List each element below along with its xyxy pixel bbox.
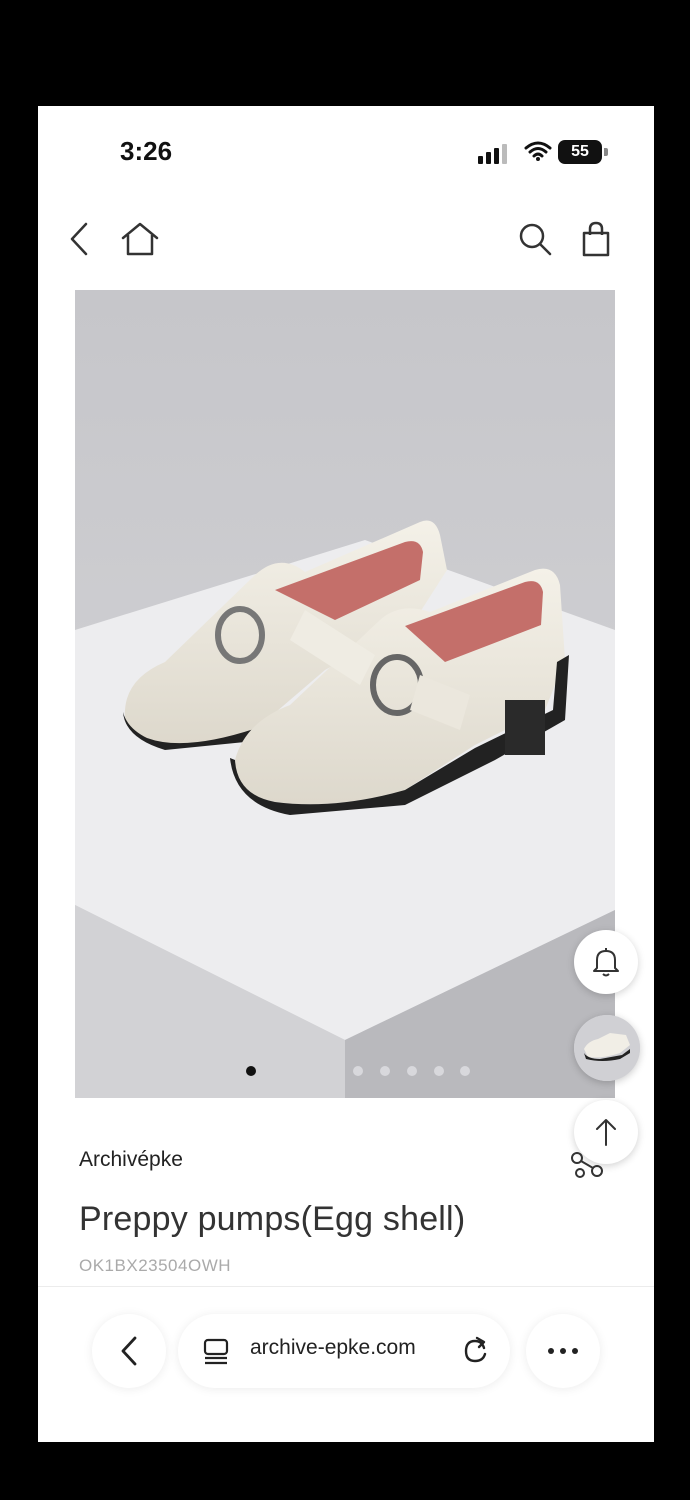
product-title: Preppy pumps(Egg shell) xyxy=(79,1200,466,1238)
browser-toolbar: archive-epke.com xyxy=(38,1288,654,1442)
wifi-icon xyxy=(524,141,552,161)
share-icon xyxy=(571,1152,603,1178)
product-sku: OK1BX23504OWH xyxy=(79,1256,232,1275)
status-bar: 3:26 55 xyxy=(38,106,654,196)
browser-back-button[interactable] xyxy=(92,1314,166,1388)
home-button[interactable] xyxy=(115,214,165,264)
search-button[interactable] xyxy=(510,214,560,264)
home-icon xyxy=(121,222,159,256)
back-button[interactable] xyxy=(54,214,104,264)
carousel-dot[interactable] xyxy=(353,1066,363,1076)
notification-button[interactable] xyxy=(574,930,638,994)
cart-button[interactable] xyxy=(571,214,621,264)
recent-item-thumbnail[interactable] xyxy=(574,1015,640,1081)
address-text: archive-epke.com xyxy=(250,1336,416,1359)
product-brand[interactable]: Archivépke xyxy=(79,1148,183,1172)
chevron-left-icon xyxy=(70,222,88,256)
phone-screen: 3:26 55 Archivépke Preppy pumps(Egg shel… xyxy=(38,106,654,1442)
carousel-dot[interactable] xyxy=(460,1066,470,1076)
divider xyxy=(38,1286,654,1287)
share-button[interactable] xyxy=(566,1148,606,1188)
battery-tip xyxy=(604,148,608,156)
carousel-dot[interactable] xyxy=(380,1066,390,1076)
chevron-left-icon xyxy=(121,1336,137,1366)
status-time: 3:26 xyxy=(120,136,173,166)
shoe-thumbnail-image xyxy=(574,1015,640,1081)
carousel-dot[interactable] xyxy=(434,1066,444,1076)
product-photo xyxy=(75,290,615,1098)
address-bar[interactable]: archive-epke.com xyxy=(178,1314,510,1388)
shopping-bag-icon xyxy=(582,221,610,257)
carousel-dot[interactable] xyxy=(246,1066,256,1076)
product-image-carousel[interactable] xyxy=(75,290,615,1098)
ellipsis-icon xyxy=(548,1348,578,1354)
battery-level: 55 xyxy=(571,143,589,160)
more-options-button[interactable] xyxy=(526,1314,600,1388)
battery-indicator: 55 xyxy=(558,140,602,164)
reload-icon[interactable] xyxy=(462,1336,490,1366)
search-icon xyxy=(519,223,552,256)
arrow-up-icon xyxy=(596,1119,616,1146)
carousel-dot[interactable] xyxy=(407,1066,417,1076)
carousel-dots xyxy=(75,1066,615,1080)
page-menu-icon xyxy=(203,1338,229,1365)
bell-icon xyxy=(593,948,619,977)
top-nav xyxy=(38,206,654,276)
cellular-signal-icon xyxy=(478,144,507,164)
